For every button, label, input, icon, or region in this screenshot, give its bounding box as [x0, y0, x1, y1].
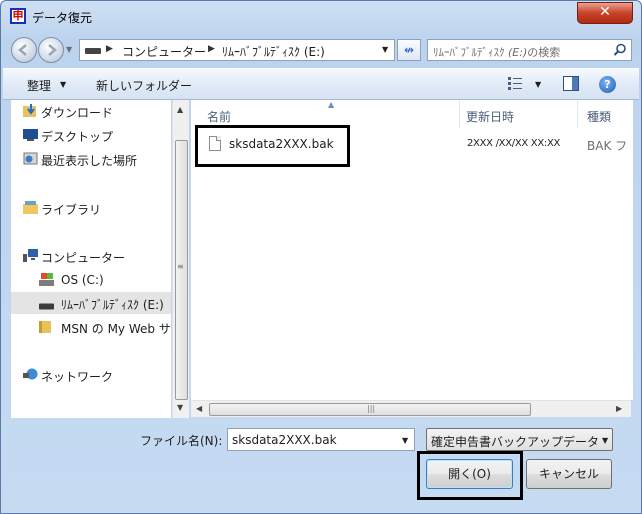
- preview-pane-icon[interactable]: [563, 76, 579, 91]
- recent-places-icon: [23, 152, 38, 165]
- scrollbar-thumb[interactable]: |||: [209, 403, 531, 416]
- file-modified-date: 2XXX /XX/XX XX:XX: [467, 138, 561, 149]
- search-icon[interactable]: [613, 43, 627, 57]
- os-drive-icon: [39, 273, 54, 286]
- app-icon: 申: [10, 8, 26, 24]
- nav-item-desktop[interactable]: デスクトップ: [11, 124, 171, 146]
- drive-icon: [85, 48, 101, 54]
- search-placeholder: ﾘﾑｰﾊﾞﾌﾞﾙﾃﾞｨｽｸ (E:)の検索: [433, 46, 561, 59]
- nav-item-libraries[interactable]: ライブラリ: [11, 197, 171, 219]
- horizontal-scrollbar[interactable]: ◀ ||| ▶: [191, 400, 631, 417]
- new-folder-button[interactable]: 新しいフォルダー: [96, 77, 192, 94]
- nav-item-label: OS (C:): [61, 273, 104, 287]
- file-type-value: 確定申告書バックアップデータ: [431, 435, 599, 449]
- nav-item-os-drive[interactable]: OS (C:): [11, 269, 171, 291]
- nav-item-recent-places[interactable]: 最近表示した場所: [11, 148, 171, 170]
- window-title: データ復元: [32, 11, 93, 25]
- navigation-scrollbar[interactable]: ▲ ≡ ▼: [172, 100, 189, 418]
- file-open-dialog: 申 データ復元 ✕ ▼ ▶ コンピューター ▶ ﾘﾑｰﾊﾞﾌﾞﾙﾃﾞｨｽｸ (E…: [0, 0, 642, 514]
- refresh-button[interactable]: ↮: [397, 39, 421, 61]
- nav-item-label: MSN の My Web サ: [61, 322, 171, 336]
- nav-item-label: コンピューター: [41, 251, 126, 265]
- folder-icon: [39, 321, 51, 333]
- breadcrumb-arrow-icon[interactable]: ▶: [208, 44, 215, 54]
- navigation-pane: ダウンロード デスクトップ 最近表示した場所 ライブラリ コンピューター OS …: [11, 100, 171, 418]
- search-input[interactable]: ﾘﾑｰﾊﾞﾌﾞﾙﾃﾞｨｽｸ (E:)の検索: [427, 39, 632, 61]
- scroll-down-icon[interactable]: ▼: [177, 403, 183, 412]
- nav-item-label: ライブラリ: [41, 203, 102, 217]
- nav-item-msn-my-web[interactable]: MSN の My Web サ: [11, 316, 171, 338]
- address-bar[interactable]: ▶ コンピューター ▶ ﾘﾑｰﾊﾞﾌﾞﾙﾃﾞｨｽｸ (E:): [79, 39, 395, 61]
- column-divider[interactable]: [459, 100, 460, 128]
- filename-label: ファイル名(N):: [140, 434, 223, 448]
- title-bar: 申 データ復元 ✕: [1, 1, 641, 33]
- nav-item-removable-disk[interactable]: ﾘﾑｰﾊﾞﾌﾞﾙﾃﾞｨｽｸ (E:): [11, 292, 171, 314]
- back-button[interactable]: [11, 37, 37, 63]
- open-callout-box: [417, 451, 523, 500]
- column-header-type[interactable]: 種類: [587, 108, 633, 136]
- help-icon[interactable]: ?: [599, 76, 616, 93]
- nav-item-label: ダウンロード: [41, 106, 114, 120]
- breadcrumb-computer[interactable]: コンピューター: [122, 43, 206, 60]
- network-icon: [23, 368, 38, 380]
- nav-item-network[interactable]: ネットワーク: [11, 364, 171, 386]
- chevron-down-icon[interactable]: ▼: [602, 436, 608, 445]
- breadcrumb-arrow-icon[interactable]: ▶: [106, 44, 113, 54]
- filename-dropdown-icon[interactable]: ▼: [402, 436, 408, 445]
- cancel-button[interactable]: キャンセル: [526, 459, 612, 489]
- change-view-icon[interactable]: [508, 77, 522, 90]
- filename-input[interactable]: sksdata2XXX.bak ▼: [227, 428, 415, 451]
- file-type-select[interactable]: 確定申告書バックアップデータ ▼: [426, 428, 613, 451]
- downloads-folder-icon: [23, 104, 36, 117]
- recent-locations-dropdown[interactable]: ▼: [66, 45, 72, 54]
- file-type: BAK フ: [587, 139, 628, 153]
- libraries-icon: [23, 201, 38, 214]
- column-header-date[interactable]: 更新日時: [466, 108, 576, 136]
- removable-drive-icon: [39, 303, 54, 310]
- nav-item-label: 最近表示した場所: [41, 154, 138, 168]
- nav-item-label: ﾘﾑｰﾊﾞﾌﾞﾙﾃﾞｨｽｸ (E:): [61, 298, 164, 312]
- nav-item-label: デスクトップ: [41, 130, 114, 144]
- close-button[interactable]: ✕: [577, 2, 633, 24]
- command-bar: 整理 ▼ 新しいフォルダー ▼ ?: [3, 68, 639, 100]
- column-divider[interactable]: [577, 100, 578, 128]
- view-options-dropdown[interactable]: ▼: [535, 80, 541, 89]
- desktop-icon: [23, 129, 38, 141]
- grip-icon: |||: [367, 404, 376, 413]
- organize-button[interactable]: 整理: [27, 77, 51, 94]
- back-arrow-icon: [18, 44, 27, 56]
- address-dropdown-icon[interactable]: ▼: [382, 45, 388, 54]
- breadcrumb-removable-disk[interactable]: ﾘﾑｰﾊﾞﾌﾞﾙﾃﾞｨｽｸ (E:): [222, 43, 325, 60]
- nav-item-downloads[interactable]: ダウンロード: [11, 100, 171, 122]
- nav-item-label: ネットワーク: [41, 370, 114, 384]
- grip-icon: ≡: [177, 262, 184, 271]
- file-callout-box: [195, 125, 350, 167]
- scroll-up-icon[interactable]: ▲: [177, 105, 183, 114]
- forward-arrow-icon: [48, 44, 57, 56]
- chevron-down-icon[interactable]: ▼: [60, 80, 66, 89]
- computer-icon: [23, 249, 38, 262]
- forward-button[interactable]: [38, 37, 64, 63]
- nav-item-computer[interactable]: コンピューター: [11, 245, 171, 267]
- scroll-right-icon[interactable]: ▶: [616, 404, 622, 413]
- scroll-left-icon[interactable]: ◀: [196, 404, 202, 413]
- filename-value[interactable]: sksdata2XXX.bak: [232, 433, 337, 447]
